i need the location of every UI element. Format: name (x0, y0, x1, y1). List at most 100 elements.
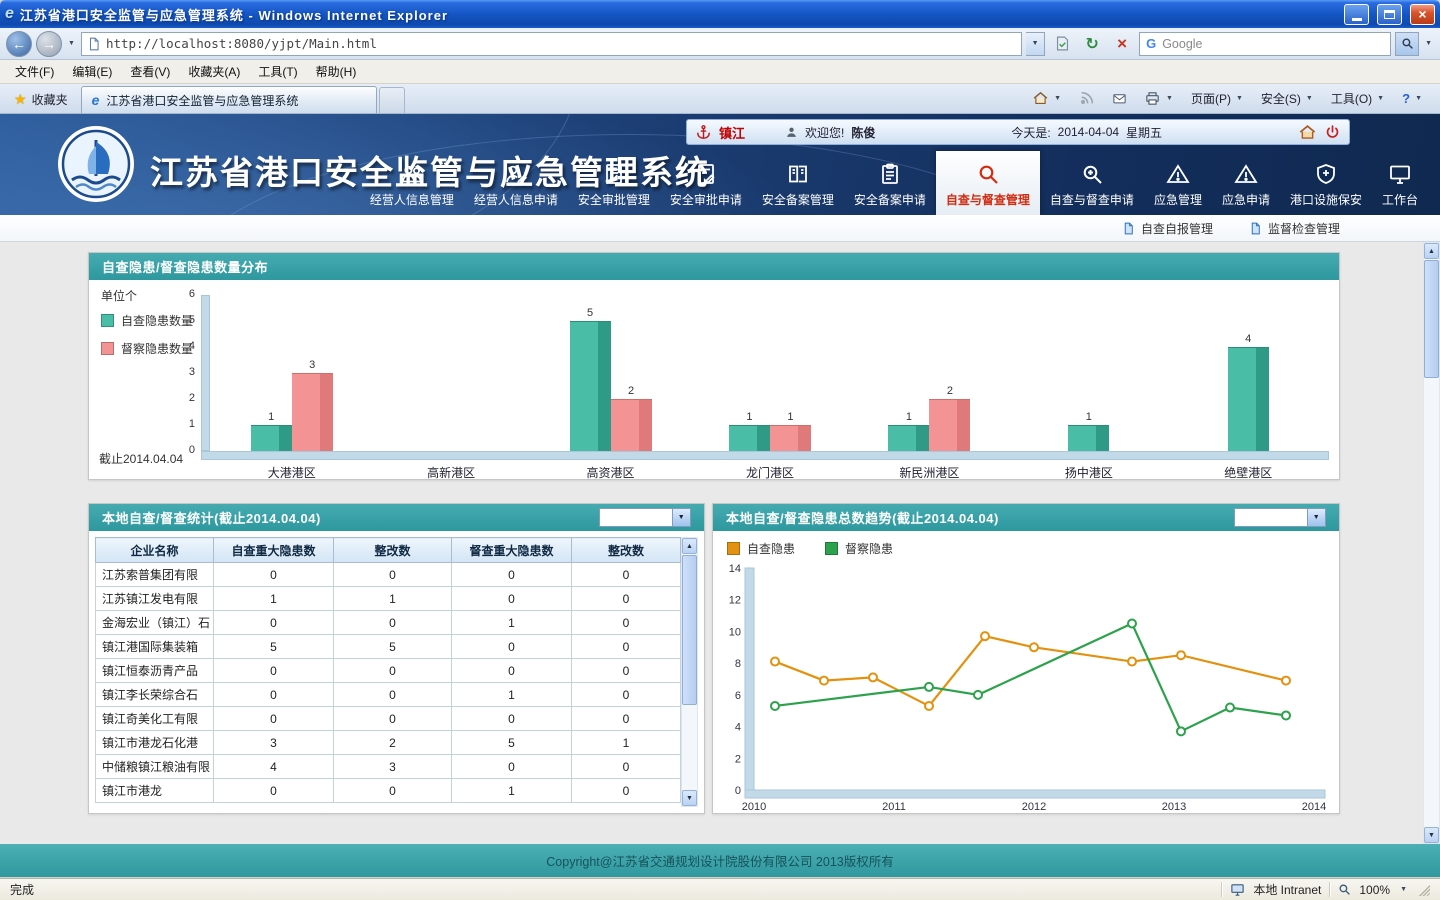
supervise-bar[interactable]: 3 (292, 373, 333, 451)
table-row[interactable]: 镇江市港龙石化港3251 (96, 731, 681, 755)
history-dropdown-icon[interactable]: ▼ (66, 40, 77, 47)
data-point[interactable] (1282, 711, 1290, 719)
nav-safety-approval-apply[interactable]: 安全审批申请 (660, 151, 752, 215)
favorites-button[interactable]: ★ 收藏夹 (4, 87, 78, 111)
home-button[interactable]: ▼ (1024, 85, 1071, 111)
table-row[interactable]: 镇江李长荣综合石0010 (96, 683, 681, 707)
nav-operator-info-mgmt[interactable]: 经营人信息管理 (360, 151, 464, 215)
data-point[interactable] (1030, 643, 1038, 651)
minimize-button[interactable] (1344, 4, 1369, 25)
zoom-icon[interactable] (1338, 883, 1351, 896)
url-input[interactable] (106, 36, 1016, 51)
nav-selfcheck-supervision-mgmt[interactable]: 自查与督查管理 (936, 151, 1040, 215)
logout-icon[interactable] (1324, 124, 1341, 141)
print-button[interactable]: ▼ (1136, 85, 1183, 111)
trend-filter-select[interactable]: ▼ (1234, 508, 1326, 527)
search-button[interactable] (1395, 32, 1419, 56)
page-menu-button[interactable]: 页面(P) ▼ (1183, 85, 1253, 111)
data-point[interactable] (1177, 727, 1185, 735)
maximize-button[interactable] (1377, 4, 1402, 25)
read-mail-button[interactable] (1103, 85, 1136, 111)
search-box[interactable]: G (1139, 32, 1391, 56)
supervise-bar[interactable]: 2 (611, 399, 652, 451)
data-point[interactable] (974, 691, 982, 699)
nav-emergency-mgmt[interactable]: 应急管理 (1144, 151, 1212, 215)
address-dropdown-icon[interactable]: ▼ (1026, 32, 1045, 56)
selfcheck-bar[interactable]: 1 (1068, 425, 1109, 451)
zoom-dropdown-icon[interactable]: ▼ (1398, 886, 1409, 893)
home-shortcut-icon[interactable] (1298, 123, 1317, 142)
supervise-bar[interactable]: 1 (770, 425, 811, 451)
table-row[interactable]: 金海宏业（镇江）石0010 (96, 611, 681, 635)
menu-help[interactable]: 帮助(H) (307, 60, 366, 83)
scroll-down-icon[interactable]: ▼ (1424, 827, 1439, 843)
selfcheck-bar[interactable]: 1 (251, 425, 292, 451)
selfcheck-bar[interactable]: 1 (888, 425, 929, 451)
nav-safety-approval-mgmt[interactable]: 安全审批管理 (568, 151, 660, 215)
help-menu-button[interactable]: ? ▼ (1394, 85, 1432, 111)
home-dropdown-icon[interactable]: ▼ (1052, 95, 1063, 102)
scroll-up-icon[interactable]: ▲ (682, 538, 697, 554)
table-row[interactable]: 中储粮镇江粮油有限4300 (96, 755, 681, 779)
table-row[interactable]: 镇江恒泰沥青产品0000 (96, 659, 681, 683)
browser-tab[interactable]: e 江苏省港口安全监管与应急管理系统 (81, 86, 377, 113)
selfcheck-bar[interactable]: 4 (1228, 347, 1269, 451)
table-row[interactable]: 镇江奇美化工有限0000 (96, 707, 681, 731)
submenu-supervision-check-mgmt[interactable]: 监督检查管理 (1249, 220, 1340, 237)
stop-button[interactable]: × (1109, 31, 1135, 57)
data-point[interactable] (820, 677, 828, 685)
scrollbar-thumb[interactable] (682, 555, 697, 705)
table-row[interactable]: 江苏索普集团有限0000 (96, 563, 681, 587)
refresh-button[interactable]: ↻ (1079, 31, 1105, 57)
data-point[interactable] (1128, 620, 1136, 628)
page-scrollbar[interactable]: ▲ ▼ (1423, 242, 1440, 844)
select-value-box[interactable] (599, 508, 673, 527)
menu-file[interactable]: 文件(F) (6, 60, 63, 83)
menu-tools[interactable]: 工具(T) (249, 60, 306, 83)
back-button[interactable]: ← (6, 31, 32, 57)
feeds-button[interactable] (1071, 85, 1103, 111)
search-input[interactable] (1162, 37, 1384, 51)
stats-filter-select[interactable]: ▼ (599, 508, 691, 527)
table-row[interactable]: 镇江市港龙0010 (96, 779, 681, 803)
nav-emergency-apply[interactable]: 应急申请 (1212, 151, 1280, 215)
resize-grip[interactable] (1417, 883, 1430, 896)
chevron-down-icon[interactable]: ▼ (673, 508, 691, 527)
selfcheck-bar[interactable]: 1 (729, 425, 770, 451)
data-point[interactable] (1177, 651, 1185, 659)
scroll-down-icon[interactable]: ▼ (682, 790, 697, 806)
forward-button[interactable]: → (36, 31, 62, 57)
menu-favorites[interactable]: 收藏夹(A) (179, 60, 249, 83)
compatibility-view-button[interactable] (1049, 31, 1075, 57)
scroll-up-icon[interactable]: ▲ (1424, 243, 1439, 259)
data-point[interactable] (771, 702, 779, 710)
data-point[interactable] (925, 702, 933, 710)
nav-operator-info-apply[interactable]: 经营人信息申请 (464, 151, 568, 215)
data-point[interactable] (1282, 677, 1290, 685)
table-scrollbar[interactable]: ▲ ▼ (681, 537, 698, 807)
print-dropdown-icon[interactable]: ▼ (1164, 95, 1175, 102)
address-bar[interactable] (81, 32, 1022, 56)
close-button[interactable]: × (1410, 4, 1435, 25)
nav-selfcheck-supervision-apply[interactable]: 自查与督查申请 (1040, 151, 1144, 215)
select-value-box[interactable] (1234, 508, 1308, 527)
zoom-level[interactable]: 100% (1359, 883, 1390, 897)
data-point[interactable] (981, 632, 989, 640)
data-point[interactable] (771, 658, 779, 666)
chevron-down-icon[interactable]: ▼ (1308, 508, 1326, 527)
search-options-dropdown-icon[interactable]: ▼ (1423, 40, 1434, 47)
data-point[interactable] (869, 673, 877, 681)
menu-view[interactable]: 查看(V) (121, 60, 179, 83)
tools-menu-button[interactable]: 工具(O) ▼ (1323, 85, 1394, 111)
selfcheck-bar[interactable]: 5 (570, 321, 611, 451)
data-point[interactable] (1128, 658, 1136, 666)
data-point[interactable] (925, 683, 933, 691)
nav-safety-record-mgmt[interactable]: 安全备案管理 (752, 151, 844, 215)
menu-edit[interactable]: 编辑(E) (63, 60, 121, 83)
table-row[interactable]: 镇江港国际集装箱5500 (96, 635, 681, 659)
data-point[interactable] (1226, 704, 1234, 712)
safety-menu-button[interactable]: 安全(S) ▼ (1253, 85, 1323, 111)
new-tab-button[interactable] (379, 87, 405, 113)
nav-safety-record-apply[interactable]: 安全备案申请 (844, 151, 936, 215)
scrollbar-thumb[interactable] (1424, 260, 1439, 378)
